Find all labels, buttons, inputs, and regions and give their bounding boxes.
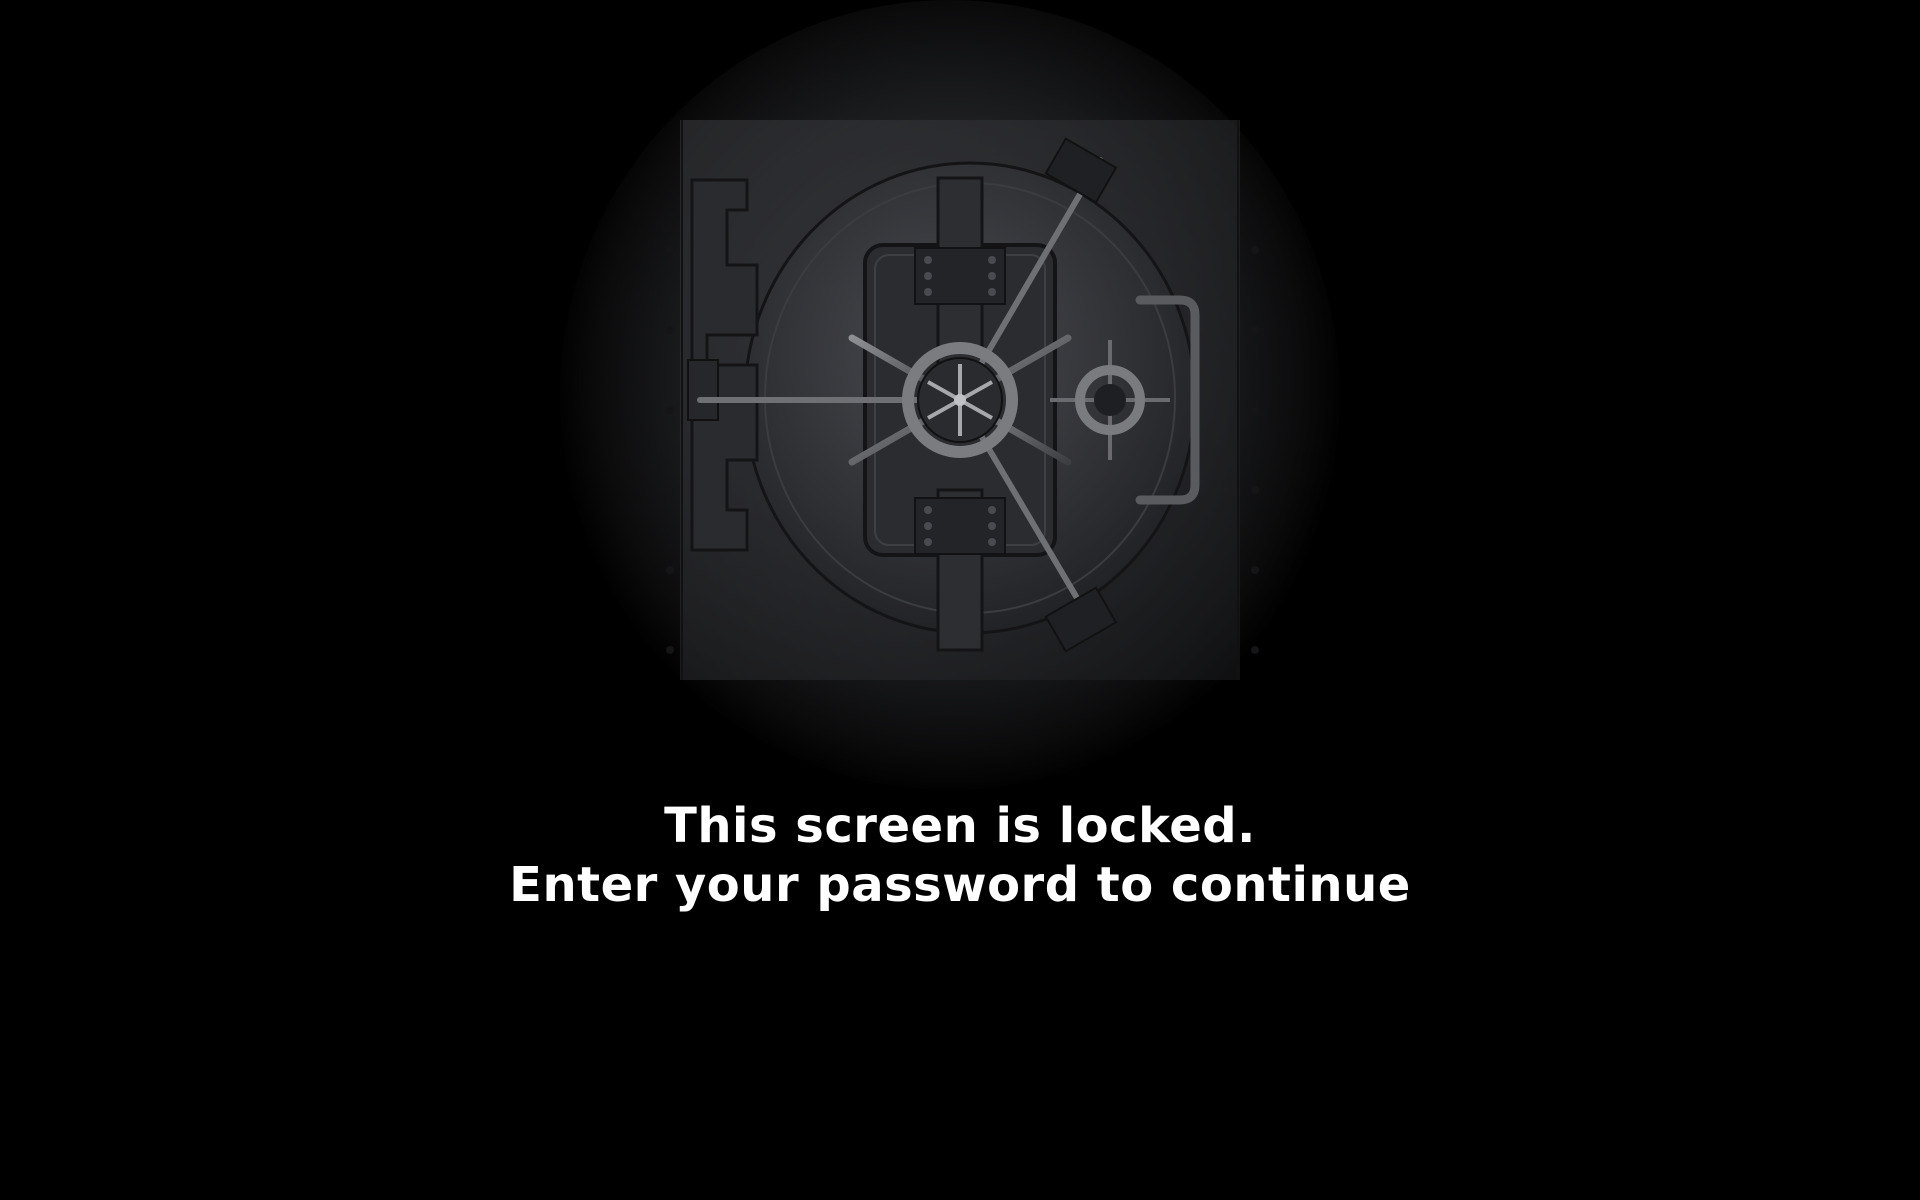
lock-message-line1: This screen is locked.	[664, 798, 1256, 854]
lock-message: This screen is locked. Enter your passwo…	[0, 797, 1920, 915]
lock-message-line2: Enter your password to continue	[509, 857, 1411, 913]
lock-screen: This screen is locked. Enter your passwo…	[0, 0, 1920, 1200]
bank-vault-door-icon	[666, 120, 1259, 680]
